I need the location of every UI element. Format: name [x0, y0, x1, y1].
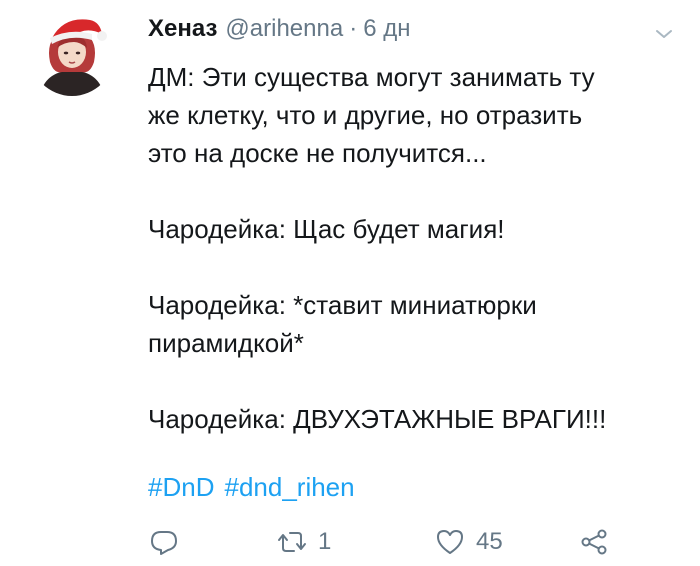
hashtag-link[interactable]: #DnD — [148, 469, 214, 505]
tweet-line: ДМ: Эти существа могут занимать ту — [148, 62, 595, 92]
author-handle[interactable]: @arihenna — [225, 14, 343, 44]
chevron-down-icon[interactable] — [652, 22, 676, 46]
share-icon — [581, 529, 607, 555]
like-button[interactable]: 45 — [434, 524, 503, 560]
retweet-icon — [278, 532, 306, 552]
tweet-line: же клетку, что и другие, но отразить — [148, 100, 583, 130]
separator: · — [349, 15, 358, 42]
tweet-actions: 1 45 — [148, 524, 668, 560]
tweet-line: пирамидкой* — [148, 328, 304, 358]
retweet-count: 1 — [318, 528, 332, 555]
avatar-image — [40, 19, 107, 96]
reply-icon — [151, 531, 177, 555]
reply-button[interactable] — [148, 524, 180, 560]
tweet-line: Чародейка: *ставит миниатюрки — [148, 290, 537, 320]
like-count: 45 — [476, 528, 503, 555]
tweet: Хеназ @arihenna · 6 дн ДМ: Эти существа … — [0, 0, 700, 566]
heart-icon — [437, 530, 463, 554]
author-name[interactable]: Хеназ — [148, 14, 217, 44]
retweet-button[interactable]: 1 — [276, 524, 331, 560]
tweet-line: Чародейка: ДВУХЭТАЖНЫЕ ВРАГИ!!! — [148, 404, 607, 434]
tweet-text: ДМ: Эти существа могут занимать ту же кл… — [148, 58, 678, 438]
avatar[interactable] — [30, 12, 114, 96]
hashtags: #DnD #dnd_rihen — [148, 469, 355, 505]
tweet-line: Чародейка: Щас будет магия! — [148, 214, 505, 244]
tweet-header: Хеназ @arihenna · 6 дн — [148, 14, 410, 44]
tweet-time[interactable]: 6 дн — [363, 14, 410, 44]
hashtag-link[interactable]: #dnd_rihen — [224, 469, 354, 505]
share-button[interactable] — [578, 524, 610, 560]
tweet-line: это на доске не получится... — [148, 138, 487, 168]
